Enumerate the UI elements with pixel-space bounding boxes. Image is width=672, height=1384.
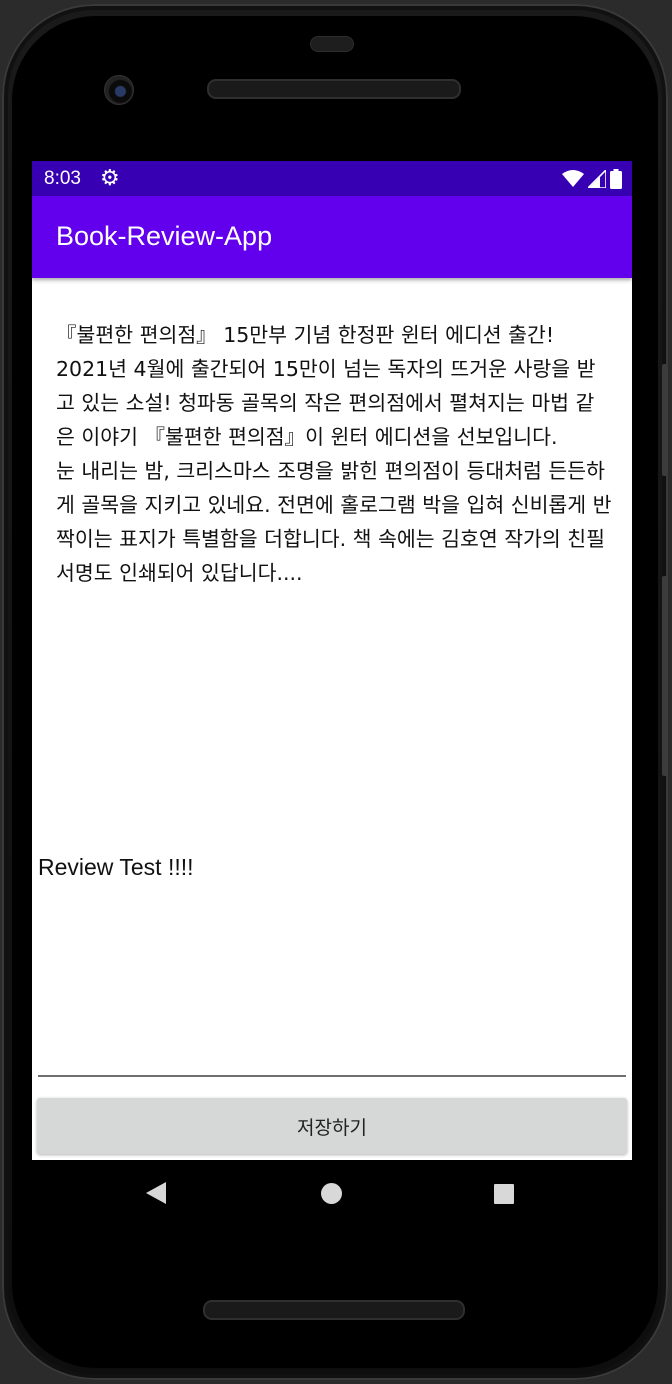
earpiece-speaker — [207, 79, 461, 99]
wifi-icon — [562, 170, 584, 187]
review-input-underline — [38, 1075, 626, 1077]
status-time: 8:03 — [44, 168, 81, 189]
book-description-scroll[interactable]: 편의점 이야기 『불편한 편의점』 15만부 기념 한정판 윈터 에디션 출간!… — [32, 278, 632, 838]
status-bar: 8:03 ⚙ — [32, 161, 632, 196]
status-icons — [562, 168, 622, 190]
app-bar: Book-Review-App — [32, 196, 632, 278]
book-description: 편의점 이야기 『불편한 편의점』 15만부 기념 한정판 윈터 에디션 출간!… — [56, 278, 612, 585]
app-title: Book-Review-App — [56, 221, 273, 251]
app-screen: 8:03 ⚙ Book-Review-App 편의점 이야기 『불편한 편의점』… — [32, 161, 632, 1160]
power-button — [662, 576, 668, 776]
signal-icon — [588, 170, 606, 188]
save-button[interactable]: 저장하기 — [37, 1098, 627, 1154]
review-input[interactable]: Review Test !!!! — [38, 854, 194, 881]
front-camera — [104, 75, 134, 105]
home-icon[interactable] — [321, 1183, 342, 1204]
recents-icon[interactable] — [494, 1184, 514, 1204]
back-icon[interactable] — [146, 1182, 166, 1204]
volume-button — [662, 364, 668, 476]
top-sensor — [310, 36, 354, 52]
battery-icon — [610, 169, 622, 189]
navigation-bar — [32, 1160, 632, 1230]
gear-icon: ⚙ — [100, 166, 120, 191]
bottom-speaker — [203, 1300, 465, 1320]
